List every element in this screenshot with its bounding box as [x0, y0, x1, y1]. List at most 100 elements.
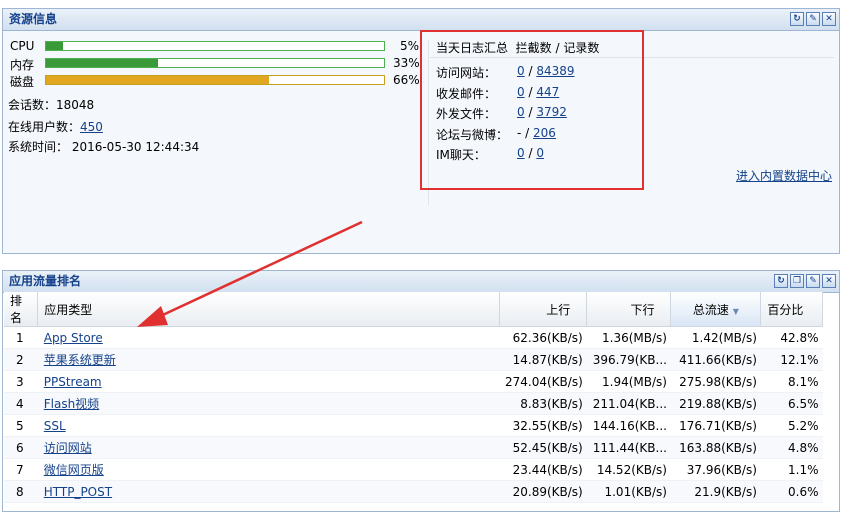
cpu-bar: [45, 41, 385, 51]
data-center-link[interactable]: 进入内置数据中心: [736, 167, 832, 184]
restore-icon[interactable]: ❐: [790, 274, 804, 288]
cell-total: 37.96(KB/s): [670, 458, 761, 481]
table-row[interactable]: 3 PPStream 274.04(KB/s) 1.94(MB/s) 275.98(KB…: [4, 370, 823, 393]
close-icon[interactable]: ✕: [822, 12, 836, 26]
cell-percent: 8.1%: [760, 370, 823, 393]
disk-percent: 66%: [393, 73, 420, 87]
table-row[interactable]: 2 苹果系统更新 14.87(KB/s) 396.79(KB... 411.66(KB/…: [4, 348, 823, 371]
table-row[interactable]: 7 微信网页版 23.44(KB/s) 14.52(KB/s) 37.96(KB/s) 1…: [4, 458, 823, 481]
disk-label: 磁盘: [10, 75, 35, 89]
cpu-bar-fill: [46, 42, 63, 50]
traffic-table: 排名 应用类型 上行 下行 总流速 ▼ 百分比 1 App Store 62.36(…: [4, 292, 823, 503]
cell-rank: 5: [4, 414, 38, 437]
cell-percent: 12.1%: [760, 348, 823, 371]
table-row[interactable]: 1 App Store 62.36(KB/s) 1.36(MB/s) 1.42(MB/s…: [4, 326, 823, 349]
resource-panel-title: 资源信息: [9, 12, 58, 26]
settings-icon[interactable]: ✎: [806, 274, 820, 288]
table-row[interactable]: 8 HTTP_POST 20.89(KB/s) 1.01(KB/s) 21.9(KB/s…: [4, 480, 823, 503]
app-link[interactable]: SSL: [44, 419, 66, 433]
table-header-row: 排名 应用类型 上行 下行 总流速 ▼ 百分比: [4, 292, 823, 327]
col-app[interactable]: 应用类型: [37, 292, 500, 327]
cell-up: 23.44(KB/s): [499, 458, 587, 481]
cell-down: 1.01(KB/s): [586, 480, 671, 503]
settings-icon[interactable]: ✎: [806, 12, 820, 26]
cell-up: 32.55(KB/s): [499, 414, 587, 437]
cell-rank: 2: [4, 348, 38, 371]
disk-bar-fill: [46, 76, 270, 84]
cell-app: 苹果系统更新: [37, 348, 499, 371]
resource-panel-header: 资源信息 ↻ ✎ ✕: [3, 9, 839, 31]
cell-percent: 6.5%: [760, 392, 823, 415]
cell-total: 275.98(KB/s): [670, 370, 761, 393]
table-row[interactable]: 4 Flash视频 8.83(KB/s) 211.04(KB... 219.88(KB/…: [4, 392, 823, 415]
cell-total: 1.42(MB/s): [670, 326, 761, 349]
cell-down: 144.16(KB...: [586, 414, 671, 437]
cell-up: 14.87(KB/s): [499, 348, 587, 371]
cell-total: 163.88(KB/s): [670, 436, 761, 459]
cell-up: 62.36(KB/s): [499, 326, 587, 349]
cell-percent: 1.1%: [760, 458, 823, 481]
cell-up: 52.45(KB/s): [499, 436, 587, 459]
cell-down: 111.44(KB...: [586, 436, 671, 459]
session-count: 会话数：18048: [8, 98, 95, 112]
cell-total: 21.9(KB/s): [670, 480, 761, 503]
memory-percent: 33%: [393, 56, 420, 70]
col-total-label: 总流速: [692, 302, 729, 317]
memory-bar-fill: [46, 59, 158, 67]
log-summary-highlight-box: [420, 30, 644, 190]
online-users: 在线用户数：450: [8, 118, 103, 135]
cell-rank: 3: [4, 370, 38, 393]
app-link[interactable]: PPStream: [44, 375, 102, 389]
refresh-icon[interactable]: ↻: [790, 12, 804, 26]
resource-panel-tools: ↻ ✎ ✕: [790, 12, 836, 26]
refresh-icon[interactable]: ↻: [774, 274, 788, 288]
table-row[interactable]: 5 SSL 32.55(KB/s) 144.16(KB... 176.71(KB/s) 5…: [4, 414, 823, 437]
cell-total: 219.88(KB/s): [670, 392, 761, 415]
sort-desc-icon: ▼: [732, 306, 739, 316]
cell-total: 411.66(KB/s): [670, 348, 761, 371]
table-row[interactable]: 6 访问网站 52.45(KB/s) 111.44(KB... 163.88(KB/s)…: [4, 436, 823, 459]
cpu-label: CPU: [10, 39, 35, 53]
app-link[interactable]: Flash视频: [44, 397, 99, 411]
col-percent[interactable]: 百分比: [760, 292, 823, 327]
ranking-panel-title: 应用流量排名: [9, 274, 82, 288]
cell-percent: 0.6%: [760, 480, 823, 503]
cell-rank: 1: [4, 326, 38, 349]
cell-app: PPStream: [37, 370, 499, 393]
cell-app: HTTP_POST: [37, 480, 499, 503]
close-icon[interactable]: ✕: [822, 274, 836, 288]
cell-total: 176.71(KB/s): [670, 414, 761, 437]
online-users-label: 在线用户数：: [8, 120, 81, 134]
cell-up: 8.83(KB/s): [499, 392, 587, 415]
cell-up: 20.89(KB/s): [499, 480, 587, 503]
cell-percent: 5.2%: [760, 414, 823, 437]
cell-up: 274.04(KB/s): [499, 370, 587, 393]
app-link[interactable]: 苹果系统更新: [44, 353, 116, 367]
memory-label: 内存: [10, 58, 35, 72]
app-link[interactable]: HTTP_POST: [44, 485, 112, 499]
col-total[interactable]: 总流速 ▼: [670, 292, 762, 327]
cell-down: 1.36(MB/s): [586, 326, 671, 349]
col-rank[interactable]: 排名: [4, 292, 39, 327]
ranking-panel-tools: ↻ ❐ ✎ ✕: [774, 274, 836, 288]
cell-app: App Store: [37, 326, 499, 349]
col-down[interactable]: 下行: [586, 292, 672, 327]
cell-rank: 6: [4, 436, 38, 459]
app-link[interactable]: 访问网站: [44, 441, 92, 455]
memory-bar: [45, 58, 385, 68]
col-up[interactable]: 上行: [499, 292, 588, 327]
system-time: 系统时间： 2016-05-30 12:44:34: [8, 140, 200, 154]
cell-app: 访问网站: [37, 436, 499, 459]
cell-app: Flash视频: [37, 392, 499, 415]
online-users-link[interactable]: 450: [80, 120, 103, 134]
cell-percent: 42.8%: [760, 326, 823, 349]
disk-bar: [45, 75, 385, 85]
cell-down: 211.04(KB...: [586, 392, 671, 415]
app-link[interactable]: 微信网页版: [44, 463, 104, 477]
cell-rank: 7: [4, 458, 38, 481]
cell-down: 1.94(MB/s): [586, 370, 671, 393]
cell-app: SSL: [37, 414, 499, 437]
app-link[interactable]: App Store: [44, 331, 103, 345]
cell-down: 14.52(KB/s): [586, 458, 671, 481]
cell-down: 396.79(KB...: [586, 348, 671, 371]
